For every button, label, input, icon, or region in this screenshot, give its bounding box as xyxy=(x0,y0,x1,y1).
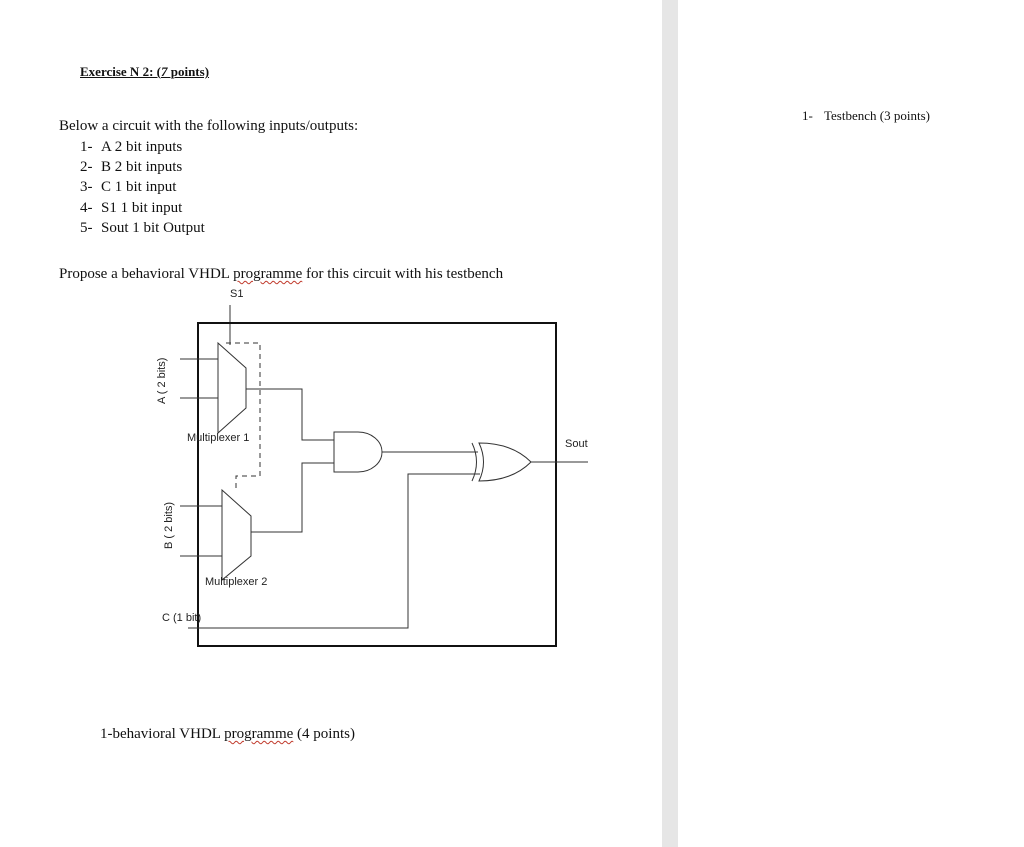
behavioral-before: 1-behavioral VHDL xyxy=(100,726,225,742)
mux2-shape xyxy=(221,488,252,582)
document-page-right xyxy=(678,0,1024,847)
s1-label: S1 xyxy=(230,288,243,300)
testbench-heading: 1- Testbench (3 points) xyxy=(802,108,930,124)
mux1-label: Multiplexer 1 xyxy=(187,432,249,444)
mux1-shape xyxy=(217,341,247,435)
circuit-boundary xyxy=(197,322,557,647)
behavioral-after: (4 points) xyxy=(293,726,355,742)
behavioral-heading: 1-behavioral VHDL programme (4 points) xyxy=(100,726,355,743)
mux2-label: Multiplexer 2 xyxy=(205,576,267,588)
mux2-output-wire xyxy=(251,462,334,533)
and-gate xyxy=(333,431,383,473)
list-marker: 1- xyxy=(802,108,813,123)
mux1-output-wire xyxy=(246,388,334,441)
page-gutter xyxy=(662,0,678,847)
c-label: C (1 bit) xyxy=(162,612,201,624)
xor-gate xyxy=(478,442,532,482)
sout-label: Sout xyxy=(565,438,588,450)
circuit-diagram: S1 Multiplexer 1 A ( 2 bits) Multiplexer… xyxy=(156,288,588,647)
a-label: A ( 2 bits) xyxy=(156,358,168,404)
spellcheck-word: programme xyxy=(224,726,294,742)
testbench-text: Testbench (3 points) xyxy=(824,108,930,123)
xor-gate-back-curve xyxy=(471,442,477,482)
b-label: B ( 2 bits) xyxy=(163,502,175,549)
